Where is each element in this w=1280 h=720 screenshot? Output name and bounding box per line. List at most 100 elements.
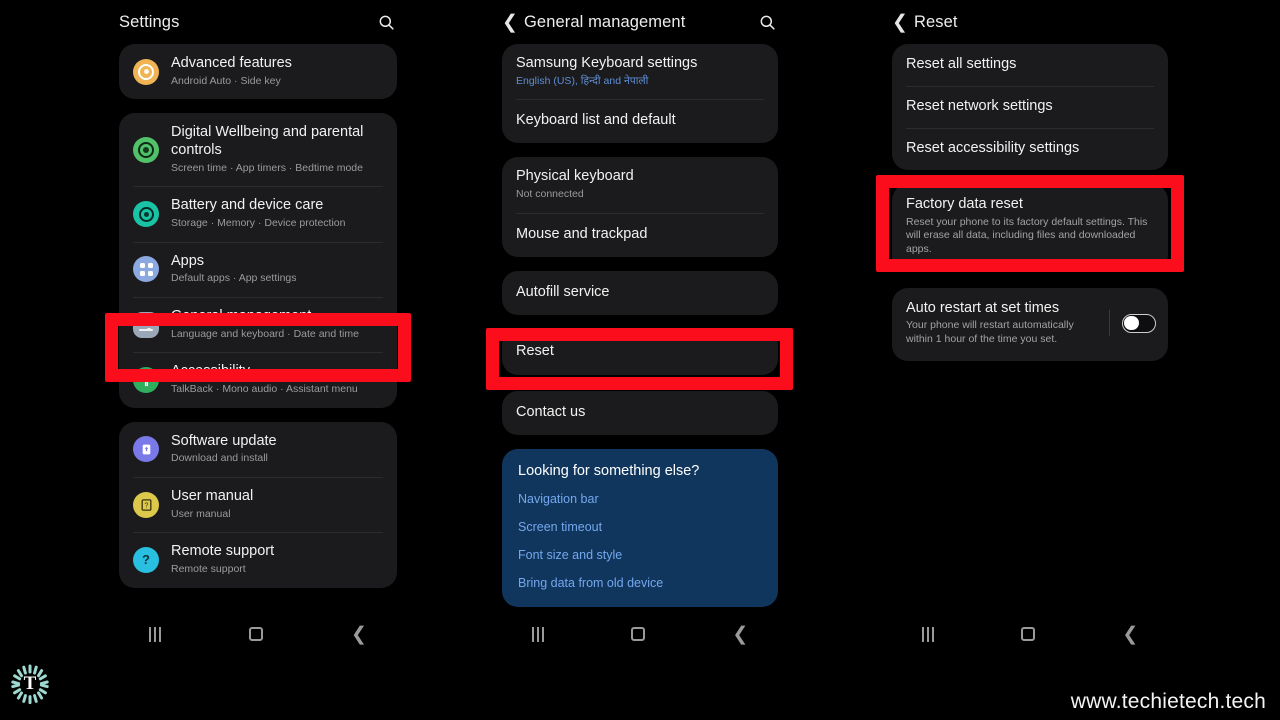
list-item-samsung-keyboard-settings[interactable]: Samsung Keyboard settings English (US), …	[502, 44, 778, 99]
settings-group-1: Advanced features Android Auto · Side ke…	[119, 44, 397, 100]
home-icon[interactable]	[249, 627, 264, 641]
list-item-subtitle: User manual	[171, 507, 231, 520]
promo-link-screen-timeout[interactable]: Screen timeout	[502, 513, 778, 541]
list-item-title: Digital Wellbeing and parental controls	[171, 124, 364, 159]
list-item-software-update[interactable]: Software update Download and install	[119, 422, 397, 477]
back-icon[interactable]: ❮	[351, 625, 367, 644]
home-icon[interactable]	[1021, 627, 1036, 641]
page-title: General management	[524, 12, 686, 31]
list-item-subtitle: Android Auto · Side key	[171, 74, 281, 87]
promo-link-bring-data-from-old-device[interactable]: Bring data from old device	[502, 569, 778, 597]
list-item-subtitle: Remote support	[171, 563, 246, 575]
list-item-factory-data-reset[interactable]: Factory data reset Reset your phone to i…	[892, 184, 1168, 271]
back-chevron-icon[interactable]: ❮	[496, 8, 524, 36]
list-item-subtitle: Default apps · App settings	[171, 272, 297, 285]
list-item-subtitle: TalkBack · Mono audio · Assistant menu	[171, 383, 358, 396]
search-icon[interactable]	[752, 7, 782, 37]
list-item-auto-restart-at-set-times[interactable]: Auto restart at set times Your phone wil…	[892, 288, 1168, 361]
list-item-title: User manual	[171, 487, 254, 504]
recents-icon[interactable]	[921, 626, 934, 642]
list-item-subtitle: Download and install	[171, 452, 268, 465]
gm-group-reset: Reset	[502, 328, 778, 375]
list-item-title: Advanced features	[171, 55, 292, 71]
list-item-physical-keyboard[interactable]: Physical keyboard Not connected	[502, 157, 778, 212]
software-update-icon	[133, 436, 159, 463]
list-item-title: Apps	[171, 252, 205, 269]
remote-support-icon: ?	[133, 546, 159, 573]
search-icon[interactable]	[371, 7, 401, 37]
watermark-url: www.techietech.tech	[1070, 690, 1266, 713]
list-item-reset-all-settings[interactable]: Reset all settings	[892, 44, 1168, 86]
promo-card-looking-for-something-else: Looking for something else? Navigation b…	[502, 448, 778, 607]
list-item-title: Reset network settings	[906, 98, 1053, 115]
page-title: Reset	[914, 12, 958, 31]
recents-icon[interactable]	[149, 626, 161, 642]
settings-appbar: Settings	[105, 0, 411, 44]
list-item-accessibility[interactable]: Accessibility TalkBack · Mono audio · As…	[119, 352, 397, 407]
android-navbar: ❮	[488, 613, 792, 655]
reset-appbar: ❮ Reset	[878, 0, 1182, 44]
user-manual-icon: ?	[133, 491, 159, 518]
list-item-title: Accessibility	[171, 363, 250, 380]
list-item-title: Reset	[516, 342, 554, 359]
list-item-title: Contact us	[516, 403, 586, 420]
list-item-contact-us[interactable]: Contact us	[502, 391, 778, 435]
apps-icon	[133, 256, 159, 283]
general-management-icon	[133, 311, 159, 338]
promo-link-navigation-bar[interactable]: Navigation bar	[502, 485, 778, 513]
list-item-title: Battery and device care	[171, 197, 324, 214]
list-item-title: Samsung Keyboard settings	[516, 55, 698, 71]
list-item-reset-accessibility-settings[interactable]: Reset accessibility settings	[892, 128, 1168, 170]
list-item-subtitle: Storage · Memory · Device protection	[171, 217, 346, 230]
gm-group-keyboard: Samsung Keyboard settings English (US), …	[502, 44, 778, 144]
toggle-divider	[1109, 310, 1110, 337]
reset-group-basic: Reset all settings Reset network setting…	[892, 44, 1168, 170]
back-icon[interactable]: ❮	[1122, 625, 1138, 644]
android-navbar: ❮	[878, 613, 1182, 655]
techietech-logo: T	[8, 662, 52, 706]
list-item-subtitle: Your phone will restart automatically wi…	[906, 319, 1074, 345]
reset-group-factory: Factory data reset Reset your phone to i…	[892, 184, 1168, 271]
list-item-subtitle: Reset your phone to its factory default …	[906, 215, 1148, 255]
list-item-subtitle: Screen time · App timers · Bedtime mode	[171, 161, 363, 174]
list-item-battery-device-care[interactable]: Battery and device care Storage · Memory…	[119, 186, 397, 241]
list-item-user-manual[interactable]: ? User manual User manual	[119, 476, 397, 532]
battery-device-care-icon	[133, 201, 159, 227]
home-icon[interactable]	[631, 627, 646, 641]
list-item-title: Software update	[171, 432, 277, 449]
list-item-advanced-features[interactable]: Advanced features Android Auto · Side ke…	[119, 44, 397, 99]
list-item-subtitle: Language and keyboard · Date and time	[171, 327, 359, 340]
list-item-autofill-service[interactable]: Autofill service	[502, 271, 778, 315]
list-item-title: Reset accessibility settings	[906, 140, 1080, 157]
list-item-reset-network-settings[interactable]: Reset network settings	[892, 86, 1168, 128]
list-item-reset[interactable]: Reset	[502, 329, 778, 375]
general-management-appbar: ❮ General management	[488, 0, 792, 44]
list-item-title: General management	[171, 308, 312, 324]
logo-letter: T	[23, 673, 37, 694]
settings-group-3: Software update Download and install ? U…	[119, 421, 397, 588]
list-item-subtitle: Not connected	[516, 188, 584, 201]
phone-screen-general-management: ❮ General management Samsung Keyboard se…	[488, 0, 792, 655]
auto-restart-toggle[interactable]	[1122, 313, 1156, 333]
list-item-title: Auto restart at set times	[906, 299, 1060, 316]
promo-title: Looking for something else?	[518, 462, 700, 479]
list-item-apps[interactable]: Apps Default apps · App settings	[119, 241, 397, 297]
list-item-digital-wellbeing[interactable]: Digital Wellbeing and parental controls …	[119, 113, 397, 186]
list-item-title: Remote support	[171, 543, 275, 560]
list-item-keyboard-list-and-default[interactable]: Keyboard list and default	[502, 99, 778, 143]
reset-group-auto-restart: Auto restart at set times Your phone wil…	[892, 287, 1168, 361]
promo-link-font-size-and-style[interactable]: Font size and style	[502, 541, 778, 569]
list-item-remote-support[interactable]: ? Remote support Remote support	[119, 532, 397, 587]
list-item-general-management[interactable]: General management Language and keyboard…	[119, 297, 397, 352]
page-title: Settings	[119, 12, 180, 31]
screenshot-stage: Settings Advanced features Android Auto …	[0, 0, 1280, 720]
back-chevron-icon[interactable]: ❮	[886, 8, 914, 36]
list-item-title: Reset all settings	[906, 56, 1017, 73]
settings-group-2: Digital Wellbeing and parental controls …	[119, 113, 397, 408]
list-item-mouse-and-trackpad[interactable]: Mouse and trackpad	[502, 212, 778, 257]
phone-screen-reset: ❮ Reset Reset all settings Reset network…	[878, 0, 1182, 655]
toggle-knob	[1124, 315, 1139, 331]
back-icon[interactable]: ❮	[732, 625, 748, 644]
recents-icon[interactable]	[531, 626, 544, 642]
android-navbar: ❮	[105, 613, 411, 655]
